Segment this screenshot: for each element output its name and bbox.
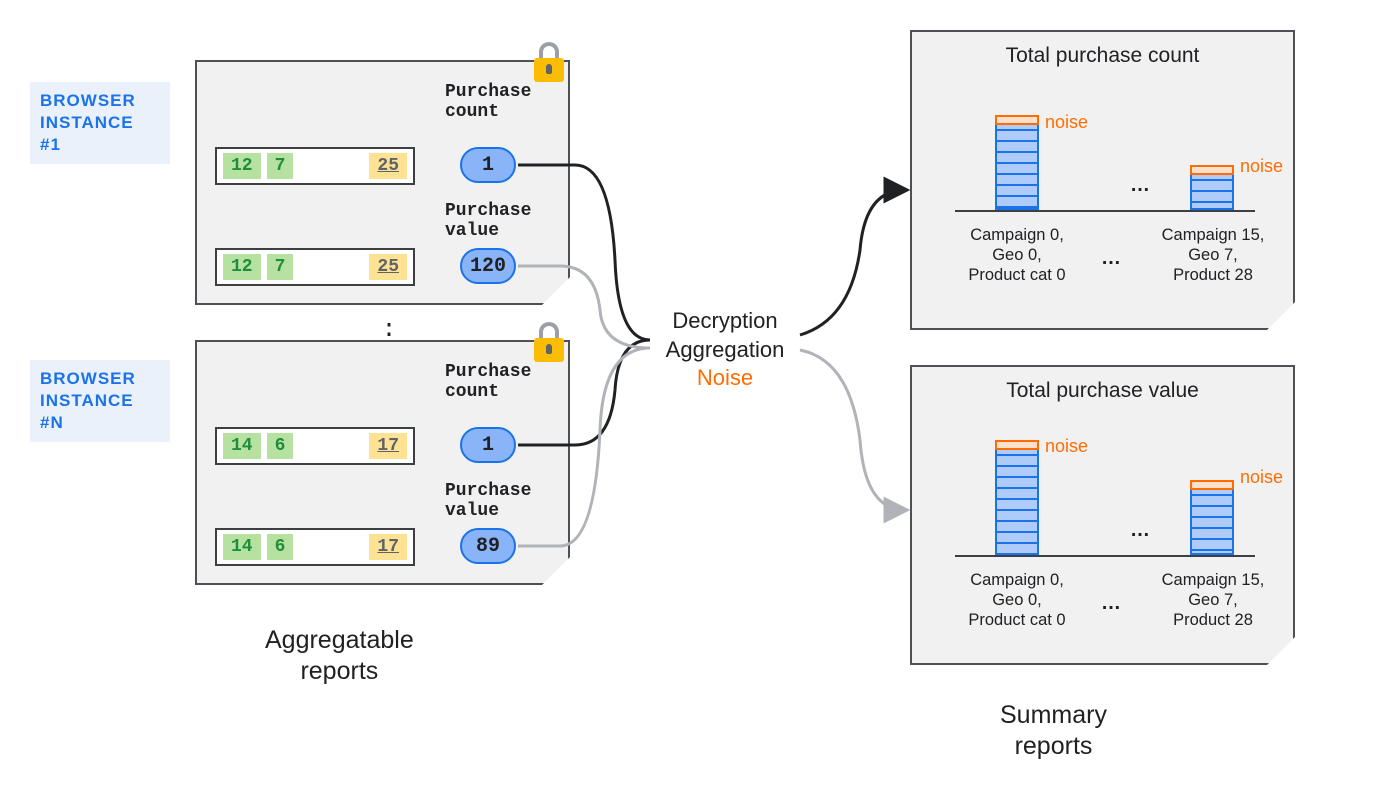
value-pill-value: 120 (460, 248, 516, 284)
label-noise: Noise (650, 364, 800, 393)
horizontal-ellipsis: … (1130, 174, 1150, 197)
lock-icon (534, 42, 564, 82)
middle-process-labels: Decryption Aggregation Noise (650, 307, 800, 393)
chart-bar (995, 120, 1039, 210)
bucket-label: Campaign 0, Geo 0, Product cat 0 (952, 226, 1082, 285)
key-chip: 7 (267, 153, 294, 179)
key-chip: 14 (223, 433, 261, 459)
key-chip: 7 (267, 254, 294, 280)
chart-axis (955, 210, 1255, 212)
bucket-label: Campaign 15, Geo 7, Product 28 (1148, 226, 1278, 285)
noise-cap (1190, 480, 1234, 490)
browser-tag-line1: BROWSER (40, 369, 136, 388)
chart-bar (995, 445, 1039, 555)
metric-label-count: Purchase count (445, 83, 555, 123)
summary-title: Total purchase count (912, 44, 1293, 68)
value: 1 (482, 434, 494, 457)
noise-label: noise (1045, 436, 1088, 457)
key-chip: 25 (369, 254, 407, 280)
browser-instance-tag-1: BROWSER INSTANCE #1 (30, 82, 170, 164)
key-chip: 17 (369, 534, 407, 560)
label-aggregation: Aggregation (650, 336, 800, 365)
horizontal-ellipsis: … (1101, 592, 1121, 615)
value: 120 (470, 255, 506, 278)
bucket-label: Campaign 15, Geo 7, Product 28 (1148, 571, 1278, 630)
noise-cap (995, 115, 1039, 125)
browser-tag-line2: INSTANCE #N (40, 391, 134, 432)
key-chip: 12 (223, 153, 261, 179)
metric-label-value: Purchase value (445, 202, 555, 242)
noise-cap (1190, 165, 1234, 175)
horizontal-ellipsis: … (1130, 519, 1150, 542)
key-row: 14 6 17 (215, 427, 415, 465)
value-pill-count: 1 (460, 427, 516, 463)
key-chip: 6 (267, 433, 294, 459)
key-chip: 12 (223, 254, 261, 280)
key-chip: 6 (267, 534, 294, 560)
key-chip: 17 (369, 433, 407, 459)
noise-cap (995, 440, 1039, 450)
value-pill-count: 1 (460, 147, 516, 183)
caption-aggregatable-reports: Aggregatable reports (265, 625, 414, 688)
key-chip: 25 (369, 153, 407, 179)
browser-instance-tag-n: BROWSER INSTANCE #N (30, 360, 170, 442)
key-chip: 14 (223, 534, 261, 560)
key-row: 12 7 25 (215, 248, 415, 286)
chart-bar (1190, 170, 1234, 210)
value: 89 (476, 535, 500, 558)
horizontal-ellipsis: … (1101, 247, 1121, 270)
label-decryption: Decryption (650, 307, 800, 336)
chart-bar (1190, 485, 1234, 555)
key-row: 12 7 25 (215, 147, 415, 185)
browser-tag-line1: BROWSER (40, 91, 136, 110)
chart-axis (955, 555, 1255, 557)
noise-label: noise (1240, 156, 1283, 177)
metric-label-value: Purchase value (445, 482, 555, 522)
browser-tag-line2: INSTANCE #1 (40, 113, 134, 154)
metric-label-count: Purchase count (445, 363, 555, 403)
lock-icon (534, 322, 564, 362)
summary-title: Total purchase value (912, 379, 1293, 403)
bucket-label: Campaign 0, Geo 0, Product cat 0 (952, 571, 1082, 630)
noise-label: noise (1240, 467, 1283, 488)
noise-label: noise (1045, 112, 1088, 133)
value-pill-value: 89 (460, 528, 516, 564)
key-row: 14 6 17 (215, 528, 415, 566)
caption-summary-reports: Summary reports (1000, 700, 1107, 763)
value: 1 (482, 154, 494, 177)
